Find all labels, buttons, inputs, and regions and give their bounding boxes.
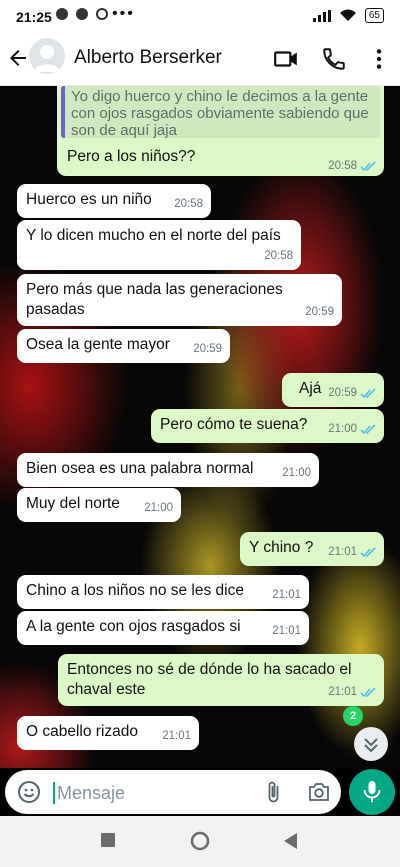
battery-indicator: 65 — [364, 8, 384, 23]
status-notification-icons — [56, 8, 108, 20]
read-ticks-icon — [360, 423, 376, 434]
message-time: 21:00 — [282, 467, 311, 479]
notification-icon — [76, 8, 88, 20]
message-meta: 20:58 — [328, 160, 376, 172]
message-text: Chino a los niños no se les dice — [26, 582, 244, 599]
message-bubble-incoming[interactable]: Chino a los niños no se les dice 21:01 — [17, 575, 309, 609]
message-bubble-incoming[interactable]: A la gente con ojos rasgados si 21:01 — [17, 611, 309, 645]
message-text: Osea la gente mayor — [26, 336, 170, 353]
attach-icon[interactable] — [261, 780, 285, 804]
message-text: Pero más que nada las generaciones pasad… — [26, 281, 283, 318]
back-nav-icon[interactable] — [284, 833, 298, 849]
status-system-icons: 65 — [312, 8, 384, 23]
message-meta: 21:00 — [144, 498, 173, 518]
read-ticks-icon — [360, 387, 376, 398]
message-input[interactable] — [53, 782, 253, 804]
message-time: 21:00 — [144, 502, 173, 514]
message-text: A la gente con ojos rasgados si — [26, 618, 241, 635]
message-meta: 20:59 — [193, 339, 222, 359]
contact-name[interactable]: Alberto Berserker — [74, 47, 222, 69]
scroll-down-button[interactable] — [354, 727, 388, 761]
wifi-icon — [339, 9, 356, 21]
back-arrow-icon[interactable] — [6, 46, 30, 70]
message-meta: 20:59 — [328, 383, 376, 403]
more-vert-icon[interactable] — [366, 46, 392, 72]
message-notification-icon — [56, 8, 68, 20]
avatar-icon[interactable] — [29, 38, 65, 74]
message-time: 20:58 — [328, 160, 357, 172]
mic-button[interactable] — [349, 769, 395, 815]
message-time: 20:58 — [174, 198, 203, 210]
message-bubble-incoming[interactable]: Pero más que nada las generaciones pasad… — [17, 274, 342, 326]
message-time: 21:01 — [272, 589, 301, 601]
message-bubble-incoming[interactable]: Y lo dicen mucho en el norte del país 20… — [17, 220, 301, 270]
message-bubble-incoming[interactable]: Osea la gente mayor 20:59 — [17, 329, 230, 363]
message-bubble-outgoing[interactable]: Entonces no sé de dónde lo ha sacado el … — [58, 654, 384, 706]
message-time: 21:01 — [162, 730, 191, 742]
signal-icon — [312, 9, 331, 22]
message-meta: 20:58 — [264, 246, 293, 266]
message-time: 20:58 — [264, 250, 293, 262]
message-meta: 20:58 — [174, 194, 203, 214]
message-time: 20:59 — [305, 306, 334, 318]
message-box[interactable] — [5, 770, 341, 814]
message-bubble-outgoing[interactable]: Pero cómo te suena? 21:00 — [151, 409, 384, 443]
read-ticks-icon — [360, 160, 376, 171]
home-icon[interactable] — [190, 831, 210, 851]
read-ticks-icon — [360, 686, 376, 697]
quoted-message[interactable]: Yo digo huerco y chino le decimos a la g… — [61, 86, 380, 139]
message-time: 21:01 — [272, 625, 301, 637]
unread-count-badge: 2 — [343, 706, 363, 726]
message-meta: 21:00 — [282, 463, 311, 483]
status-bar: 21:25 ••• 65 — [0, 0, 400, 34]
message-time: 20:59 — [193, 343, 222, 355]
camera-icon[interactable] — [307, 780, 331, 804]
message-text: Entonces no sé de dónde lo ha sacado el … — [67, 661, 352, 698]
read-ticks-icon — [360, 546, 376, 557]
chat-area[interactable]: Yo digo huerco y chino le decimos a la g… — [0, 86, 400, 768]
message-bubble-incoming[interactable]: Muy del norte 21:00 — [17, 488, 181, 522]
message-bubble-incoming[interactable]: O cabello rizado 21:01 — [17, 716, 199, 750]
settings-notification-icon — [96, 8, 108, 20]
emoji-icon[interactable] — [17, 780, 41, 804]
system-nav-bar — [0, 816, 400, 867]
composer-bar — [0, 768, 400, 816]
message-text: Bien osea es una palabra normal — [26, 460, 254, 477]
recents-icon[interactable] — [101, 833, 115, 847]
message-meta: 21:00 — [328, 419, 376, 439]
message-meta: 20:59 — [305, 302, 334, 322]
message-meta: 21:01 — [328, 682, 376, 702]
status-more-icon: ••• — [112, 5, 135, 22]
message-text: Pero a los niños?? — [67, 148, 196, 165]
status-time: 21:25 — [16, 9, 52, 25]
message-bubble-incoming[interactable]: Bien osea es una palabra normal 21:00 — [17, 453, 319, 487]
message-bubble-outgoing[interactable]: Y chino ? 21:01 — [240, 532, 384, 566]
message-meta: 21:01 — [162, 726, 191, 746]
video-call-icon[interactable] — [273, 46, 299, 72]
message-text: Y lo dicen mucho en el norte del país — [26, 227, 281, 244]
chat-header: Alberto Berserker — [0, 34, 400, 86]
message-time: 21:01 — [328, 686, 357, 698]
message-bubble-incoming[interactable]: Huerco es un niño 20:58 — [17, 184, 211, 218]
message-time: 21:00 — [328, 423, 357, 435]
scroll-down-icon — [364, 738, 378, 753]
mic-icon — [363, 781, 381, 802]
message-meta: 21:01 — [272, 585, 301, 605]
message-bubble-outgoing[interactable]: Ajá 20:59 — [282, 373, 384, 407]
message-time: 21:01 — [328, 546, 357, 558]
phone-icon[interactable] — [321, 46, 347, 72]
message-meta: 21:01 — [328, 542, 376, 562]
message-meta: 21:01 — [272, 621, 301, 641]
message-bubble-outgoing[interactable]: Yo digo huerco y chino le decimos a la g… — [57, 86, 384, 176]
message-time: 20:59 — [328, 387, 357, 399]
